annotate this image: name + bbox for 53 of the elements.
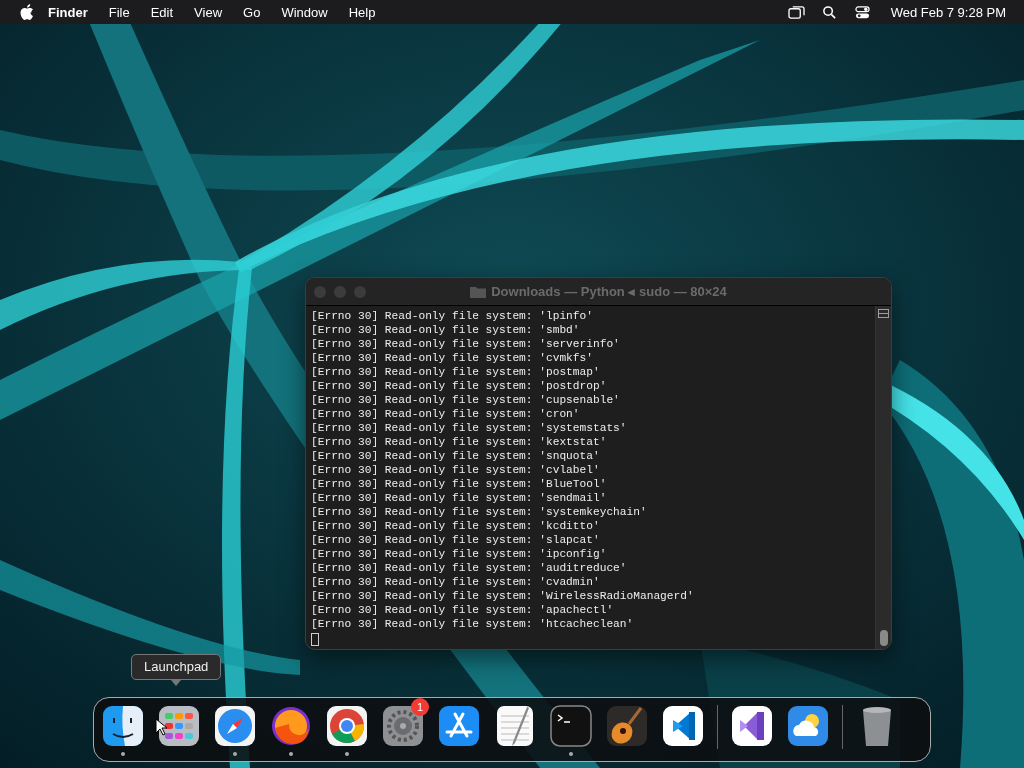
terminal-line: [Errno 30] Read-only file system: 'serverinfo': [311, 337, 621, 351]
folder-icon: [470, 285, 487, 298]
terminal-line: [Errno 30] Read-only file system: 'cupsenable': [311, 393, 621, 407]
terminal-line: [Errno 30] Read-only file system: 'ipconfig': [311, 547, 608, 561]
menu-item[interactable]: Help: [348, 4, 376, 20]
letter-a-icon[interactable]: [437, 703, 481, 748]
windows-icon[interactable]: [787, 4, 805, 20]
window-title: Downloads — Python ◂ sudo — 80×24: [491, 284, 727, 299]
cloud-sun-icon[interactable]: [786, 703, 830, 748]
terminal-line: [Errno 30] Read-only file system: 'htcacheclean': [311, 617, 635, 631]
compass-icon[interactable]: [213, 703, 257, 748]
color-wheel-icon[interactable]: [325, 703, 369, 748]
text-cursor: [311, 633, 319, 646]
menu-item[interactable]: View: [194, 4, 223, 20]
terminal-line: [Errno 30] Read-only file system: 'cvmkfs': [311, 351, 594, 365]
search-icon[interactable]: [820, 4, 838, 20]
terminal-line: [Errno 30] Read-only file system: 'slapcat': [311, 533, 601, 547]
terminal-line: [Errno 30] Read-only file system: 'BlueTool': [311, 477, 608, 491]
infinity-ribbon-icon[interactable]: [730, 703, 774, 748]
terminal-line: [Errno 30] Read-only file system: 'WirelessRadioManagerd': [311, 589, 695, 603]
terminal-line: [Errno 30] Read-only file system: 'lpinfo': [311, 309, 594, 323]
ribbon-icon[interactable]: [661, 703, 705, 748]
toggles-icon[interactable]: [853, 4, 871, 20]
menu-item[interactable]: Edit: [150, 4, 174, 20]
menu-item[interactable]: Go: [243, 4, 261, 20]
app-menu[interactable]: Finder: [48, 4, 88, 20]
smiling-face-icon[interactable]: [101, 703, 145, 748]
terminal-line: [Errno 30] Read-only file system: 'auditreduce': [311, 561, 628, 575]
terminal-line: [Errno 30] Read-only file system: 'postmap': [311, 365, 601, 379]
terminal-line: [Errno 30] Read-only file system: 'cron': [311, 407, 581, 421]
terminal-line: [Errno 30] Read-only file system: 'sendmail': [311, 491, 608, 505]
menu-clock[interactable]: Wed Feb 7 9:28 PM: [890, 4, 1006, 20]
terminal-line: [Errno 30] Read-only file system: 'systemkeychain': [311, 505, 648, 519]
menu-item[interactable]: File: [108, 4, 130, 20]
guitar-icon[interactable]: [605, 703, 649, 748]
terminal-line: [Errno 30] Read-only file system: 'cvadmin': [311, 575, 601, 589]
notification-badge: 1: [411, 697, 429, 716]
terminal-line: [Errno 30] Read-only file system: 'kcditto': [311, 519, 601, 533]
gear-icon[interactable]: [381, 703, 425, 748]
app-grid-icon[interactable]: [157, 703, 201, 748]
terminal-line: [Errno 30] Read-only file system: 'systemstats': [311, 421, 628, 435]
tooltip-pointer-icon: [171, 680, 182, 686]
tooltip: Launchpad: [131, 654, 222, 680]
terminal-line: [Errno 30] Read-only file system: 'postdrop': [311, 379, 608, 393]
mouse-pointer-icon: [155, 718, 167, 736]
terminal-line: [Errno 30] Read-only file system: 'cvlabel': [311, 463, 601, 477]
apple-icon[interactable]: [20, 4, 34, 20]
terminal-line: [Errno 30] Read-only file system: 'kextstat': [311, 435, 608, 449]
terminal-icon[interactable]: [549, 703, 593, 748]
terminal-line: [Errno 30] Read-only file system: 'apachectl': [311, 603, 615, 617]
terminal-line: [Errno 30] Read-only file system: 'snquota': [311, 449, 601, 463]
menu-item[interactable]: Window: [281, 4, 328, 20]
terminal-line: [Errno 30] Read-only file system: 'smbd': [311, 323, 581, 337]
